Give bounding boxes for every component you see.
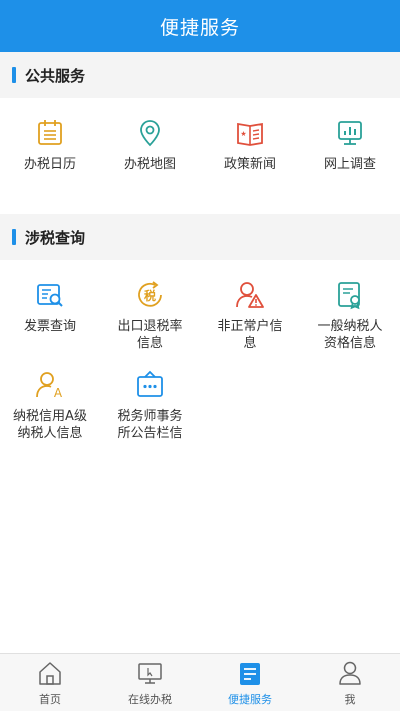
page-title: 便捷服务 (0, 0, 400, 52)
service-label: 办税日历 (23, 157, 76, 172)
section-title: 涉税查询 (25, 228, 86, 247)
notice-board-icon (137, 370, 163, 397)
bottom-tab-bar: 首页 在线办税 便捷服务 我 (0, 653, 400, 711)
query-label: 纳税信用A级纳税人信息 (13, 409, 87, 441)
svg-text:A: A (54, 386, 63, 400)
service-label: 网上调查 (323, 157, 376, 172)
section-accent-bar (12, 229, 16, 245)
map-pin-icon (140, 120, 160, 147)
tab-convenient-service[interactable]: 便捷服务 (200, 654, 300, 711)
user-warning-icon (236, 282, 264, 308)
invoice-search-icon (37, 284, 63, 307)
query-label: 出口退税率信息 (117, 319, 183, 351)
tab-label: 我 (344, 693, 356, 706)
query-label: 税务师事务所公告栏信 (117, 409, 183, 441)
tab-home[interactable]: 首页 (0, 654, 100, 711)
tab-label: 在线办税 (128, 693, 172, 706)
section-header-public: 公共服务 (0, 52, 400, 98)
book-icon: ★ (237, 122, 263, 146)
section-header-tax: 涉税查询 (0, 214, 400, 260)
query-invoice[interactable]: 发票查询 (0, 280, 100, 355)
monitor-icon (138, 663, 162, 684)
tab-label: 便捷服务 (228, 693, 272, 706)
service-doc-icon (240, 663, 260, 685)
certificate-icon (338, 282, 360, 310)
service-online-survey[interactable]: 网上调查 (300, 118, 400, 178)
tab-online-tax[interactable]: 在线办税 (100, 654, 200, 711)
service-policy-news[interactable]: ★ 政策新闻 (200, 118, 300, 178)
calendar-icon (38, 120, 62, 145)
service-label: 政策新闻 (223, 157, 276, 172)
service-tax-calendar[interactable]: 办税日历 (0, 118, 100, 178)
home-icon (39, 662, 61, 685)
service-tax-map[interactable]: 办税地图 (100, 118, 200, 178)
section-accent-bar (12, 67, 16, 83)
svg-text:税: 税 (144, 288, 156, 303)
tab-label: 首页 (39, 693, 61, 706)
svg-text:★: ★ (240, 130, 246, 138)
query-general-taxpayer[interactable]: 一般纳税人资格信息 (300, 280, 400, 355)
query-abnormal-account[interactable]: 非正常户信息 (200, 280, 300, 355)
user-icon (339, 661, 361, 685)
query-label: 发票查询 (23, 319, 76, 334)
section-title: 公共服务 (25, 66, 86, 85)
service-label: 办税地图 (123, 157, 176, 172)
query-label: 非正常户信息 (217, 319, 283, 351)
tax-refund-icon: 税 (138, 281, 162, 307)
user-a-icon: A (36, 372, 63, 400)
query-export-refund-rate[interactable]: 税 出口退税率信息 (100, 280, 200, 355)
query-tax-agency-notice[interactable]: 税务师事务所公告栏信 (100, 370, 200, 445)
query-credit-a-taxpayer[interactable]: A 纳税信用A级纳税人信息 (0, 370, 100, 445)
survey-icon (338, 121, 362, 145)
tab-me[interactable]: 我 (300, 654, 400, 711)
query-label: 一般纳税人资格信息 (317, 319, 383, 351)
